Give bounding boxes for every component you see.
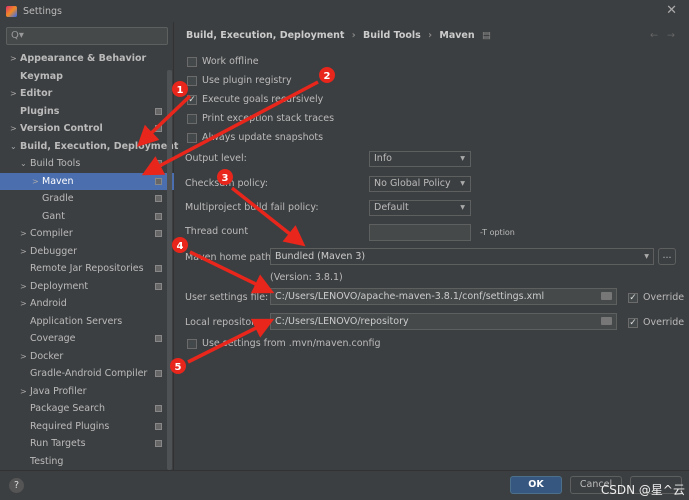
annotation-label: 5 (175, 362, 182, 373)
annotation-label: 3 (222, 173, 229, 184)
annotation-arrow-1 (136, 94, 192, 147)
annotation-label: 1 (177, 85, 184, 96)
annotation-arrow-3 (230, 186, 306, 247)
annotation-arrow-4 (189, 250, 275, 294)
annotation-arrow-2 (141, 80, 319, 176)
annotation-label: 2 (324, 71, 331, 82)
annotation-arrow-5 (187, 318, 275, 364)
annotation-label: 4 (177, 241, 184, 252)
annotation-overlay: 1 2 3 4 5 (136, 67, 335, 374)
